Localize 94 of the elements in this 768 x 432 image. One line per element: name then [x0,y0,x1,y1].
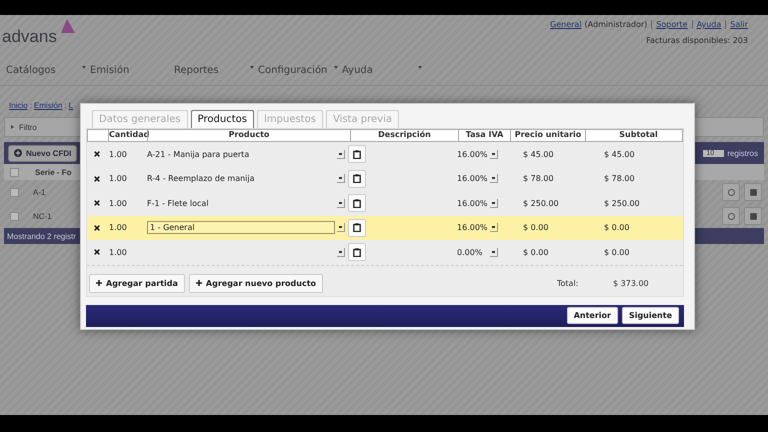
quantity-cell: 1.00 [109,248,127,257]
breadcrumb-separator: : [30,101,32,112]
plus-icon [96,280,102,286]
plus-circle-icon [14,149,22,157]
column-header: Cantidad [108,130,147,141]
header-link[interactable]: Soporte [656,20,688,29]
breadcrumb-link[interactable]: Emisión [34,101,62,116]
product-cell-text: A-21 - Manija para puerta [147,150,250,159]
add-line-button[interactable]: Agregar partida [89,274,185,292]
clipboard-icon [353,248,361,257]
quantity-cell: 1.00 [109,223,127,232]
breadcrumb-separator: : [64,101,67,112]
column-header: Tasa IVA [458,130,510,141]
subtotal-cell: $ 0.00 [604,223,630,232]
product-field[interactable]: 1 - General [147,221,335,234]
table-cell: NC-1 [33,212,52,220]
caret-icon [418,66,422,68]
unit-price-cell: $ 0.00 [523,223,548,232]
dropdown-icon[interactable] [490,174,498,184]
remove-icon[interactable] [94,200,100,206]
invoices-count: Facturas disponibles: 203 [646,36,748,45]
plus-icon [196,280,202,286]
table-cell: A-1 [33,188,46,196]
subtotal-cell: $ 0.00 [604,248,630,257]
unit-price-cell: $ 45.00 [523,150,554,159]
user-role: (Administrador) [584,20,648,29]
column-header: Precio unitario [510,130,585,141]
previous-button[interactable]: Anterior [566,307,618,324]
tax-rate-cell: 16.00% [457,174,488,184]
quantity-cell: 1.00 [109,174,127,184]
tab[interactable]: Vista previa [326,110,399,128]
header-link[interactable]: Ayuda [696,20,722,29]
tax-rate-cell: 16.00% [457,150,488,159]
subtotal-cell: $ 78.00 [604,174,635,184]
new-invoice-button[interactable]: Nuevo CFDI [8,144,78,162]
header-link[interactable]: General [550,20,582,29]
column-header: Descripción [350,130,458,141]
tax-rate-cell: 16.00% [457,223,488,232]
unit-price-cell: $ 0.00 [523,248,548,257]
product-cell-text: R-4 - Reemplazo de manija [147,174,256,184]
delete-button[interactable] [744,207,762,225]
edit-button[interactable] [722,183,740,201]
caret-icon [82,66,86,68]
clipboard-button[interactable] [348,194,366,212]
menu-item[interactable]: Reportes [174,64,258,76]
remove-icon[interactable] [94,151,100,158]
unit-price-cell: $ 250.00 [523,198,559,208]
breadcrumb-link[interactable]: Inicio [9,101,28,116]
total-value: $ 373.00 [613,278,650,288]
clipboard-icon [353,223,361,232]
dropdown-icon[interactable] [337,174,345,184]
caret-icon [250,66,254,68]
menu-item[interactable]: Emisión [90,64,174,76]
page-size-label: registros [727,148,758,158]
subtotal-cell: $ 45.00 [604,150,635,159]
remove-icon[interactable] [94,249,100,256]
clipboard-icon [353,174,361,184]
menu-item[interactable]: Ayuda [342,64,426,76]
menu-item[interactable]: Catálogos [6,64,90,76]
clipboard-icon [353,150,361,159]
quantity-cell: 1.00 [109,198,127,208]
header-link[interactable]: Salir [730,20,748,29]
clipboard-button[interactable] [348,218,366,237]
next-button[interactable]: Siguiente [622,307,679,324]
remove-icon[interactable] [94,224,100,231]
add-product-button[interactable]: Agregar nuevo producto [188,274,324,292]
caret-icon [334,66,338,68]
delete-button[interactable] [744,183,762,201]
records-summary: Mostrando 2 registr [7,232,76,240]
column-header: Producto [147,130,350,141]
remove-icon[interactable] [94,176,100,182]
product-cell-text: F-1 - Flete local [147,198,210,208]
edit-button[interactable] [722,207,740,225]
logo-text: advans [2,27,57,47]
total-label: Total: [557,278,580,288]
row-checkbox[interactable] [10,212,19,220]
menu-item[interactable]: Configuración [258,64,342,76]
clipboard-button[interactable] [348,145,366,164]
tax-rate-cell: 0.00% [457,248,482,257]
column-header: Subtotal [585,130,691,141]
column-header: Serie - Fo [35,168,72,176]
clipboard-button[interactable] [348,243,366,262]
tax-rate-cell: 16.00% [457,198,488,208]
dropdown-icon[interactable] [490,223,498,232]
quantity-cell: 1.00 [109,150,127,159]
clipboard-button[interactable] [348,170,366,188]
row-checkbox[interactable] [10,188,19,196]
dropdown-icon[interactable] [337,223,345,232]
breadcrumb-link[interactable]: L [68,101,74,116]
select-all-checkbox[interactable] [10,168,19,176]
clipboard-icon [353,198,361,208]
unit-price-cell: $ 78.00 [523,174,554,184]
subtotal-cell: $ 250.00 [604,198,640,208]
tab[interactable]: Productos [190,110,254,128]
